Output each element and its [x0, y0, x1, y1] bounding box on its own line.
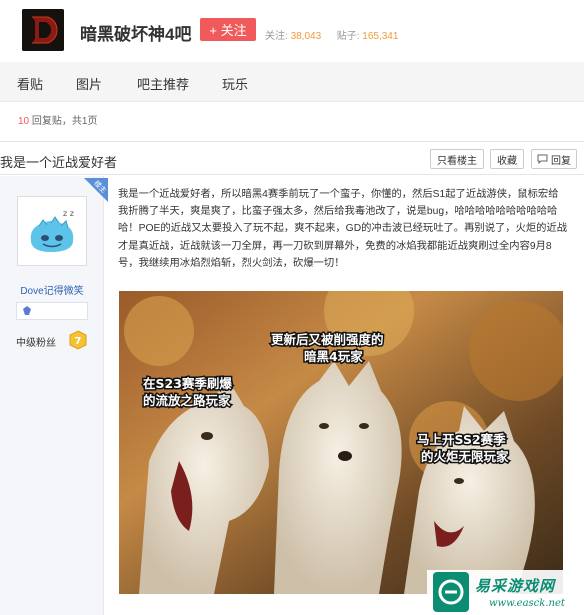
- watermark-cn: 易采游戏网: [475, 577, 556, 595]
- meme-caption-left-1: 在S23赛季刷爆: [143, 376, 232, 391]
- nav-item-images[interactable]: 图片: [76, 74, 102, 93]
- post-title-bar: 我是一个近战爱好者 只看楼主 收藏 回复: [0, 141, 584, 175]
- post-body-text: 我是一个近战爱好者，所以暗黑4赛季前玩了一个蛮子，你懂的，然后S1起了近战游侠，…: [118, 189, 568, 269]
- only-op-button[interactable]: 只看楼主: [430, 149, 484, 169]
- forum-name[interactable]: 暗黑破坏神4吧: [80, 20, 191, 45]
- follow-button[interactable]: + 关注: [200, 18, 256, 41]
- nav-item-fun[interactable]: 玩乐: [222, 74, 248, 93]
- member-icon[interactable]: [21, 305, 33, 317]
- svg-text:z z: z z: [63, 209, 74, 218]
- level-badge-icon: 7: [69, 330, 87, 350]
- nav-item-posts[interactable]: 看贴: [17, 74, 43, 93]
- meme-caption-right-2: 的火炬无限玩家: [421, 449, 509, 464]
- reply-button[interactable]: 回复: [531, 149, 577, 169]
- forum-nav: 看贴 图片 吧主推荐 玩乐: [0, 62, 584, 102]
- reply-button-label: 回复: [551, 155, 571, 167]
- forum-header: 暗黑破坏神4吧 + 关注 关注: 38,043 贴子: 165,341: [0, 0, 584, 62]
- reply-info: 10 回复贴，共1页: [18, 112, 97, 127]
- site-watermark: 易采游戏网 www.easck.net: [427, 570, 584, 615]
- watermark-logo-icon: [433, 572, 469, 612]
- post-body: 我是一个近战爱好者，所以暗黑4赛季前玩了一个蛮子，你懂的，然后S1起了近战游侠，…: [118, 186, 568, 272]
- post-stat-label: 贴子:: [336, 31, 360, 42]
- level-name: 中级粉丝: [16, 338, 56, 349]
- meme-image[interactable]: 在S23赛季刷爆 的流放之路玩家 更新后又被削强度的 暗黑4玩家 马上开SS2赛…: [119, 291, 563, 594]
- nav-item-recommended[interactable]: 吧主推荐: [137, 74, 189, 93]
- post-title: 我是一个近战爱好者: [0, 155, 118, 170]
- avatar-image: z z: [21, 200, 83, 262]
- follow-count: 38,043: [290, 31, 322, 42]
- meme-caption-middle-2: 暗黑4玩家: [304, 349, 363, 364]
- reply-icon: [537, 154, 548, 164]
- favorite-button[interactable]: 收藏: [490, 149, 524, 169]
- op-badge: 楼主: [84, 178, 108, 202]
- author-icon-box: [16, 302, 88, 320]
- meme-caption-middle-1: 更新后又被削强度的: [271, 332, 384, 347]
- meme-caption-right-1: 马上开SS2赛季: [417, 432, 506, 447]
- reply-info-text: 回复贴，共1页: [31, 116, 98, 127]
- follow-stat-label: 关注:: [265, 31, 288, 42]
- avatar[interactable]: z z: [17, 196, 87, 266]
- meme-caption-left-2: 的流放之路玩家: [143, 393, 231, 408]
- author-name[interactable]: Dove记得微笑: [0, 282, 104, 297]
- meme-image-graphic: 在S23赛季刷爆 的流放之路玩家 更新后又被削强度的 暗黑4玩家 马上开SS2赛…: [119, 291, 563, 594]
- post-count: 165,341: [362, 31, 399, 42]
- level-number: 7: [75, 336, 82, 347]
- reply-count: 10: [18, 116, 30, 127]
- forum-stats: 关注: 38,043 贴子: 165,341: [265, 27, 398, 42]
- forum-logo[interactable]: [22, 9, 64, 51]
- watermark-en: www.easck.net: [489, 598, 565, 609]
